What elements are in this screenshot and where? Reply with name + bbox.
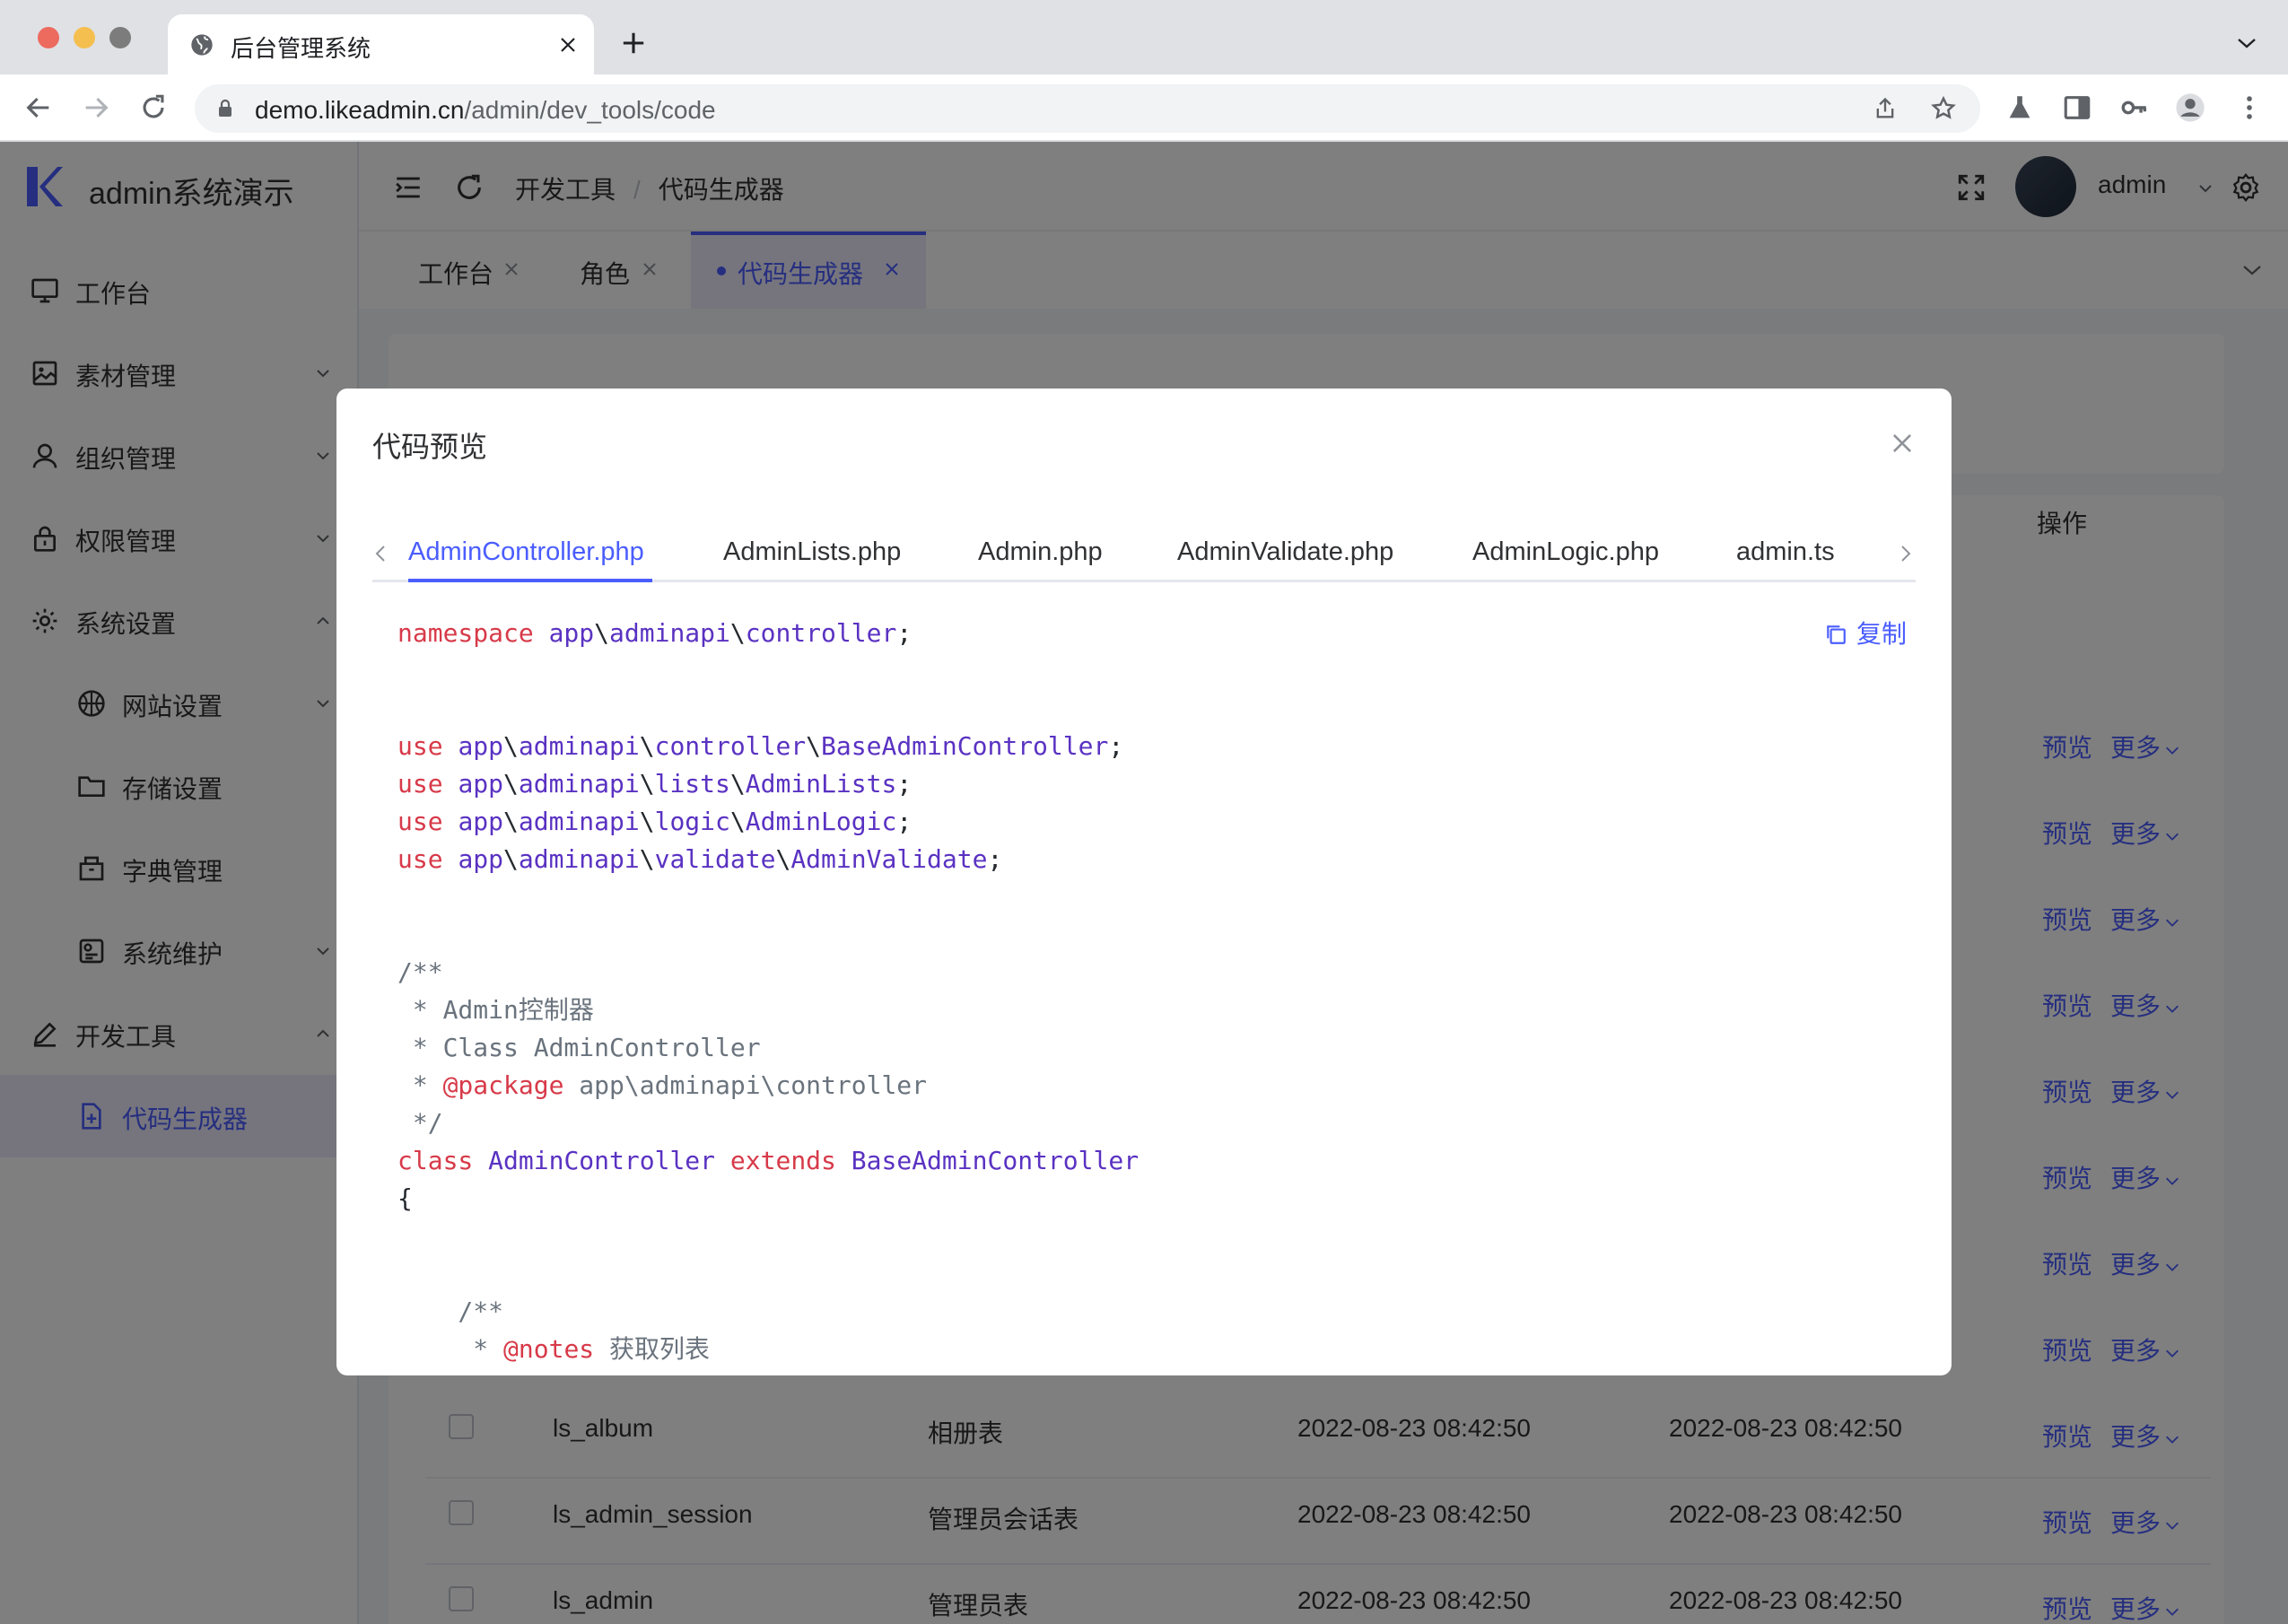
side-panel-icon[interactable] [2062, 92, 2092, 123]
reload-icon[interactable] [138, 92, 169, 123]
tab-search-chevron-icon[interactable] [2236, 34, 2257, 52]
forward-icon[interactable] [81, 92, 111, 123]
dialog-title: 代码预览 [372, 431, 488, 463]
code-line: use app\adminapi\logic\AdminLogic; [397, 807, 913, 836]
chevron-left-icon[interactable] [372, 543, 389, 564]
code-block: namespace app\adminapi\controller; use a… [397, 615, 1797, 1368]
copy-button[interactable]: 复制 [1824, 615, 1907, 650]
close-icon[interactable] [1891, 432, 1914, 455]
file-tabs: AdminController.php AdminLists.php Admin… [372, 507, 1916, 582]
code-line: /** [397, 1297, 504, 1326]
file-tab-admin-model[interactable]: Admin.php [978, 537, 1103, 567]
lock-icon [219, 99, 231, 117]
profile-icon[interactable] [2175, 92, 2205, 123]
close-tab-icon[interactable] [559, 36, 577, 54]
code-line: use app\adminapi\validate\AdminValidate; [397, 844, 1003, 874]
code-line: * @notes 获取列表 [397, 1334, 711, 1364]
code-line: use app\adminapi\controller\BaseAdminCon… [397, 731, 1124, 761]
omnibox[interactable]: demo.likeadmin.cn/admin/dev_tools/code [195, 84, 1980, 133]
address-bar-row: demo.likeadmin.cn/admin/dev_tools/code [0, 74, 2288, 142]
browser-tab-title: 后台管理系统 [231, 35, 371, 62]
file-tab-admin-lists[interactable]: AdminLists.php [723, 537, 901, 567]
globe-icon [191, 34, 213, 56]
code-line: * Class AdminController [397, 1033, 761, 1062]
code-line: */ [397, 1108, 443, 1138]
maximize-window-button[interactable] [109, 27, 131, 48]
file-tab-admin-logic[interactable]: AdminLogic.php [1472, 537, 1659, 567]
new-tab-icon[interactable] [621, 31, 646, 56]
share-icon[interactable] [1873, 96, 1898, 121]
file-tab-admin-ts[interactable]: admin.ts [1736, 537, 1835, 567]
code-line: use app\adminapi\lists\AdminLists; [397, 769, 913, 799]
flask-icon[interactable] [2004, 92, 2035, 123]
active-tab-indicator [408, 579, 652, 582]
code-line: class AdminController extends BaseAdminC… [397, 1146, 1140, 1175]
key-icon[interactable] [2119, 92, 2150, 123]
code-line: namespace app\adminapi\controller; [397, 618, 913, 648]
code-preview-dialog: 代码预览 AdminController.php AdminLists.php … [336, 389, 1952, 1375]
file-tab-admin-controller[interactable]: AdminController.php [408, 537, 644, 567]
copy-label: 复制 [1856, 620, 1908, 648]
close-window-button[interactable] [38, 27, 59, 48]
back-icon[interactable] [23, 92, 54, 123]
chevron-right-icon[interactable] [1898, 543, 1914, 564]
code-line: /** [397, 957, 443, 987]
file-tab-admin-validate[interactable]: AdminValidate.php [1177, 537, 1393, 567]
copy-icon [1827, 625, 1846, 644]
code-line: * @package app\adminapi\controller [397, 1070, 928, 1100]
browser-menu-icon[interactable] [2234, 92, 2265, 123]
browser-tab[interactable]: 后台管理系统 [168, 14, 594, 74]
code-line: { [397, 1183, 413, 1213]
url-text: demo.likeadmin.cn/admin/dev_tools/code [255, 96, 716, 124]
browser-tab-strip: 后台管理系统 [0, 0, 2288, 74]
minimize-window-button[interactable] [74, 27, 95, 48]
bookmark-star-icon[interactable] [1930, 95, 1957, 122]
code-line: * Admin控制器 [397, 995, 594, 1025]
